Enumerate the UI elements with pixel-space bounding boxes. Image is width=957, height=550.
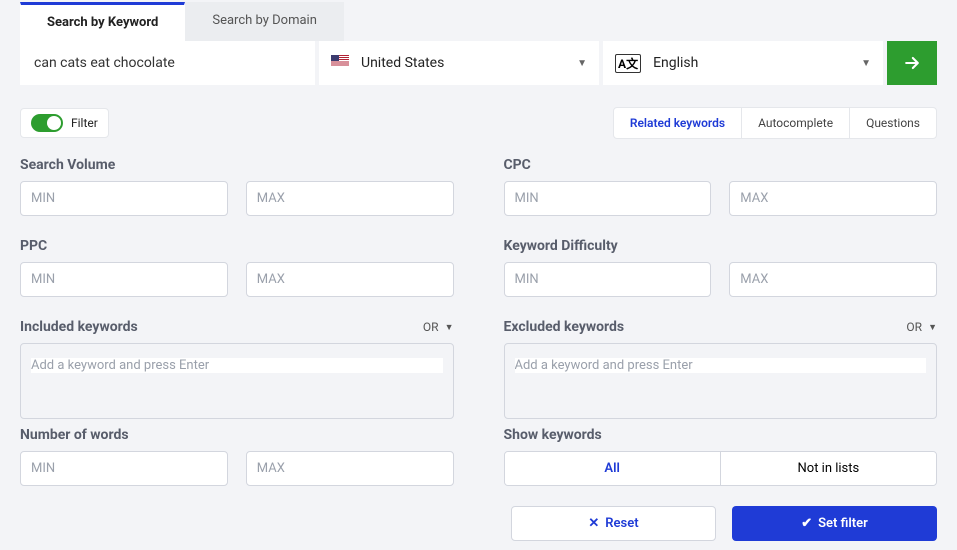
section-search-volume: Search Volume [20, 157, 454, 230]
section-included-keywords: Included keywords OR ▼ [20, 319, 454, 419]
filter-bar: Filter Related keywords Autocomplete Que… [20, 107, 937, 139]
filter-toggle[interactable] [31, 114, 63, 132]
label-ppc: PPC [20, 238, 454, 254]
pill-questions[interactable]: Questions [849, 108, 936, 138]
us-flag-icon [331, 55, 349, 71]
section-ppc: PPC [20, 238, 454, 311]
num-words-min-input[interactable] [20, 451, 228, 486]
kd-min-input[interactable] [504, 262, 712, 297]
pill-autocomplete[interactable]: Autocomplete [741, 108, 849, 138]
keyword-input-container [20, 41, 315, 85]
included-keywords-input[interactable] [31, 358, 443, 373]
excluded-keywords-input[interactable] [515, 358, 927, 373]
label-excluded-keywords: Excluded keywords [504, 319, 625, 335]
country-label: United States [361, 55, 444, 71]
language-dropdown[interactable]: A文 English ▼ [603, 41, 883, 85]
filter-toggle-pill: Filter [20, 108, 109, 138]
tab-search-by-keyword[interactable]: Search by Keyword [20, 2, 185, 41]
label-number-of-words: Number of words [20, 427, 454, 443]
set-filter-button-label: Set filter [818, 516, 868, 531]
included-keywords-area[interactable] [20, 343, 454, 419]
cpc-min-input[interactable] [504, 181, 712, 216]
close-icon: ✕ [588, 516, 599, 531]
search-volume-max-input[interactable] [246, 181, 454, 216]
chevron-down-icon: ▼ [445, 322, 454, 333]
keyword-input[interactable] [20, 41, 315, 85]
filter-toggle-label: Filter [71, 116, 98, 130]
set-filter-button[interactable]: ✔ Set filter [732, 506, 937, 541]
included-logic-value: OR [423, 320, 439, 334]
ppc-min-input[interactable] [20, 262, 228, 297]
language-icon: A文 [615, 54, 641, 73]
pill-related-keywords[interactable]: Related keywords [614, 108, 741, 138]
section-show-keywords: Show keywords All Not in lists [504, 427, 938, 486]
label-show-keywords: Show keywords [504, 427, 938, 443]
search-row: United States ▼ A文 English ▼ [20, 41, 937, 85]
footer-actions: ✕ Reset ✔ Set filter [20, 506, 937, 541]
language-label: English [653, 55, 698, 71]
chevron-down-icon: ▼ [861, 58, 871, 69]
label-keyword-difficulty: Keyword Difficulty [504, 238, 938, 254]
search-submit-button[interactable] [887, 41, 937, 85]
check-icon: ✔ [801, 516, 812, 531]
reset-button-label: Reset [605, 516, 638, 531]
excluded-keywords-area[interactable] [504, 343, 938, 419]
excluded-logic-value: OR [906, 320, 922, 334]
search-volume-min-input[interactable] [20, 181, 228, 216]
num-words-max-input[interactable] [246, 451, 454, 486]
show-not-in-lists-button[interactable]: Not in lists [720, 452, 936, 485]
show-keywords-toggle: All Not in lists [504, 451, 938, 486]
reset-button[interactable]: ✕ Reset [511, 506, 716, 541]
kd-max-input[interactable] [729, 262, 937, 297]
section-keyword-difficulty: Keyword Difficulty [504, 238, 938, 311]
excluded-logic-dropdown[interactable]: OR ▼ [906, 320, 937, 334]
filters-grid: Search Volume CPC PPC Keyword Difficulty [20, 157, 937, 486]
section-number-of-words: Number of words [20, 427, 454, 486]
tab-search-by-domain[interactable]: Search by Domain [185, 2, 344, 41]
label-included-keywords: Included keywords [20, 319, 138, 335]
country-dropdown[interactable]: United States ▼ [319, 41, 599, 85]
arrow-right-icon [902, 53, 922, 73]
show-all-button[interactable]: All [505, 452, 720, 485]
section-excluded-keywords: Excluded keywords OR ▼ [504, 319, 938, 419]
ppc-max-input[interactable] [246, 262, 454, 297]
search-tabs: Search by Keyword Search by Domain [20, 2, 937, 41]
cpc-max-input[interactable] [729, 181, 937, 216]
chevron-down-icon: ▼ [577, 58, 587, 69]
label-search-volume: Search Volume [20, 157, 454, 173]
section-cpc: CPC [504, 157, 938, 230]
chevron-down-icon: ▼ [928, 322, 937, 333]
included-logic-dropdown[interactable]: OR ▼ [423, 320, 454, 334]
label-cpc: CPC [504, 157, 938, 173]
keyword-mode-pills: Related keywords Autocomplete Questions [613, 107, 937, 139]
